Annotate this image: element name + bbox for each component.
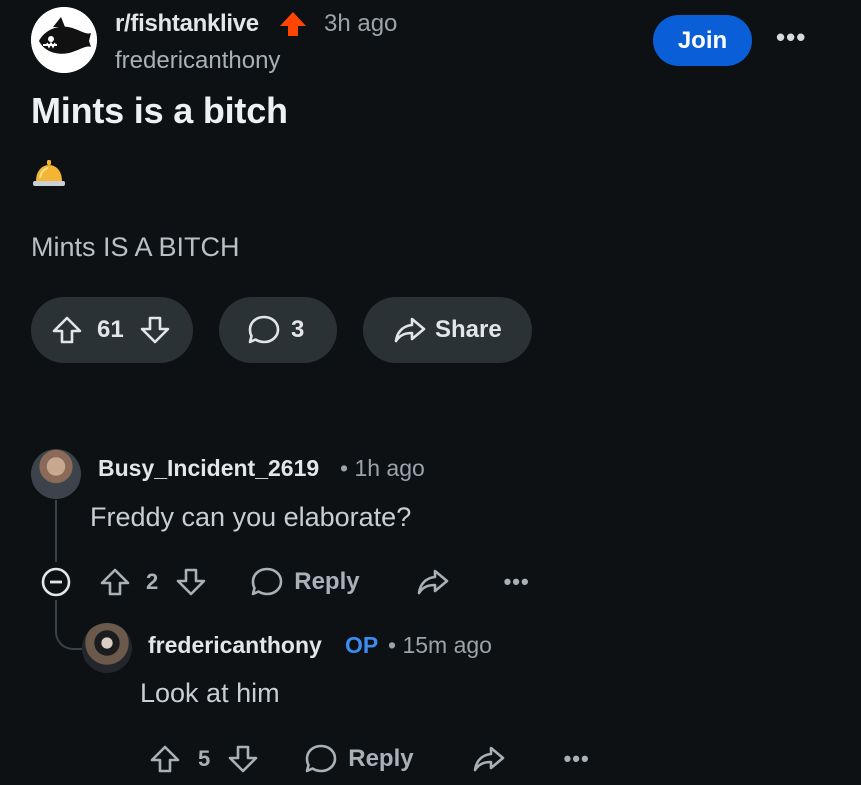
comment-time: • 15m ago bbox=[388, 632, 492, 658]
more-options-button[interactable]: ••• bbox=[564, 746, 590, 772]
comment-actions: 5 Reply ••• bbox=[148, 741, 608, 777]
post-author[interactable]: fredericanthony bbox=[115, 47, 280, 75]
post-page: r/fishtanklive 3h ago fredericanthony Jo… bbox=[0, 0, 861, 785]
thread-line[interactable] bbox=[55, 500, 57, 562]
subreddit-name[interactable]: r/fishtanklive bbox=[115, 10, 259, 38]
upvote-arrow-icon[interactable] bbox=[98, 565, 132, 599]
bellhop-bell-icon bbox=[31, 154, 67, 190]
downvote-arrow-icon[interactable] bbox=[174, 565, 208, 599]
downvote-arrow-icon[interactable] bbox=[226, 742, 260, 776]
reply-label: Reply bbox=[348, 745, 414, 772]
reply-button[interactable]: Reply bbox=[250, 565, 360, 599]
more-options-button[interactable]: ••• bbox=[776, 22, 806, 53]
comment-time: • 1h ago bbox=[340, 455, 425, 481]
reply-label: Reply bbox=[294, 568, 360, 595]
more-options-button[interactable]: ••• bbox=[504, 569, 530, 595]
post-body: Mints IS A BITCH bbox=[31, 232, 240, 262]
comment-bubble-icon bbox=[305, 744, 337, 773]
share-label: Share bbox=[435, 316, 502, 343]
upvote-arrow-icon[interactable] bbox=[50, 313, 84, 347]
vote-count: 61 bbox=[97, 316, 124, 343]
subreddit-avatar[interactable] bbox=[31, 7, 97, 73]
comment-bubble-icon bbox=[251, 567, 283, 596]
comment-text: Look at him bbox=[140, 678, 280, 708]
fish-logo-icon bbox=[31, 7, 97, 73]
post-title: Mints is a bitch bbox=[31, 90, 288, 131]
thread-branch bbox=[55, 600, 85, 650]
comment-actions: 2 Reply ••• bbox=[98, 564, 538, 600]
reply-button[interactable]: Reply bbox=[304, 742, 414, 776]
comment-username[interactable]: Busy_Incident_2619 bbox=[98, 455, 319, 482]
comments-button[interactable]: 3 bbox=[219, 297, 337, 363]
comment-bubble-icon bbox=[247, 313, 281, 347]
vote-count: 2 bbox=[146, 569, 159, 594]
comment-username[interactable]: fredericanthony bbox=[148, 632, 322, 659]
collapse-minus-icon[interactable] bbox=[40, 566, 72, 598]
share-arrow-icon[interactable] bbox=[472, 742, 506, 776]
op-badge: OP bbox=[345, 632, 379, 658]
post-time: 3h ago bbox=[324, 10, 398, 37]
share-button[interactable]: Share bbox=[363, 297, 532, 363]
share-arrow-icon[interactable] bbox=[416, 565, 450, 599]
vote-pill: 61 bbox=[31, 297, 193, 363]
trending-up-arrow-icon bbox=[278, 10, 308, 38]
vote-count: 5 bbox=[198, 746, 211, 771]
upvote-arrow-icon[interactable] bbox=[148, 742, 182, 776]
avatar[interactable] bbox=[82, 623, 132, 673]
join-button[interactable]: Join bbox=[653, 15, 752, 66]
share-arrow-icon bbox=[393, 313, 427, 347]
downvote-arrow-icon[interactable] bbox=[138, 313, 172, 347]
comment-count: 3 bbox=[291, 316, 305, 343]
comment-text: Freddy can you elaborate? bbox=[90, 502, 412, 532]
avatar[interactable] bbox=[31, 449, 81, 499]
